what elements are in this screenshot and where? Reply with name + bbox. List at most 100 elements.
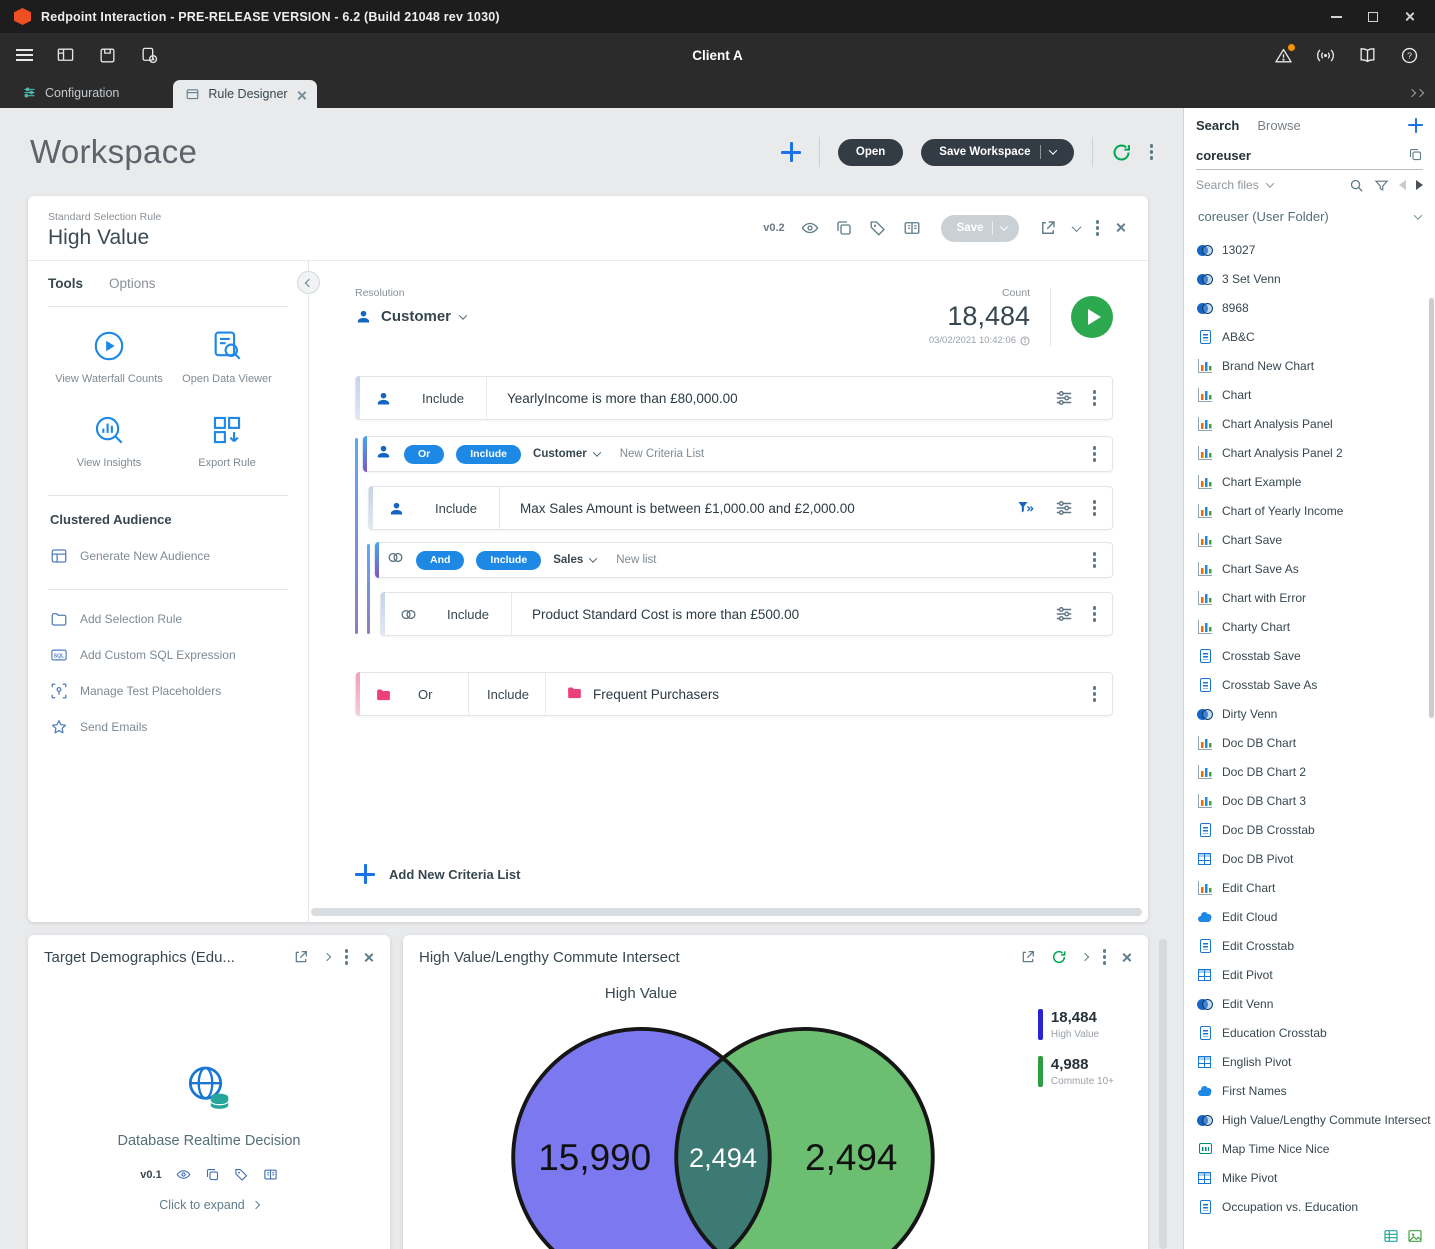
save-rule-button[interactable]: Save (941, 215, 1019, 242)
alerts-icon[interactable] (1273, 45, 1293, 65)
data-dictionary-icon[interactable] (903, 219, 921, 237)
workspaces-icon[interactable] (55, 45, 75, 65)
info-icon[interactable] (1020, 336, 1030, 346)
tab-rule-designer[interactable]: Rule Designer (173, 80, 316, 108)
collapse-panel-button[interactable] (297, 271, 320, 294)
sliders-icon[interactable] (1055, 605, 1073, 623)
add-selection-rule-button[interactable]: Add Selection Rule (50, 604, 286, 634)
file-list-item[interactable]: Chart of Yearly Income (1184, 496, 1435, 525)
join-toggle[interactable]: And (416, 551, 464, 570)
file-list-item[interactable]: Edit Cloud (1184, 902, 1435, 931)
file-list-item[interactable]: Chart Save As (1184, 554, 1435, 583)
criteria-operator[interactable]: Include (469, 687, 545, 702)
preview-icon[interactable] (176, 1167, 191, 1182)
file-list-item[interactable]: Edit Pivot (1184, 960, 1435, 989)
file-list-item[interactable]: Doc DB Chart (1184, 728, 1435, 757)
maximize-icon[interactable] (1368, 12, 1378, 22)
file-list-item[interactable]: Map Time Nice Nice (1184, 1134, 1435, 1163)
next-icon[interactable] (1416, 180, 1423, 190)
broadcast-icon[interactable] (1315, 45, 1335, 65)
file-list-item[interactable]: Chart Analysis Panel (1184, 409, 1435, 438)
resolution-dropdown[interactable]: Customer (355, 308, 466, 325)
search-scope-dropdown[interactable]: Search files (1196, 178, 1259, 192)
run-count-button[interactable] (1071, 296, 1113, 338)
filter-forward-icon[interactable] (1017, 499, 1035, 517)
save-layout-icon[interactable] (97, 45, 117, 65)
tab-browse[interactable]: Browse (1257, 118, 1300, 133)
criteria-text[interactable]: YearlyIncome is more than £80,000.00 (487, 391, 1055, 406)
file-list-item[interactable]: English Pivot (1184, 1047, 1435, 1076)
tab-search[interactable]: Search (1196, 118, 1239, 133)
file-list-item[interactable]: Charty Chart (1184, 612, 1435, 641)
tab-options[interactable]: Options (109, 276, 156, 291)
card-menu-icon[interactable] (1103, 955, 1107, 959)
card-menu-icon[interactable] (345, 955, 349, 959)
more-tabs-icon[interactable] (1409, 77, 1435, 108)
search-icon[interactable] (1349, 178, 1364, 193)
row-menu-icon[interactable] (1093, 612, 1097, 616)
help-icon[interactable]: ? (1399, 45, 1419, 65)
include-toggle[interactable]: Include (476, 551, 541, 570)
preview-icon[interactable] (801, 219, 819, 237)
criteria-text[interactable]: Frequent Purchasers (546, 684, 1093, 704)
close-window-icon[interactable] (1404, 11, 1415, 22)
recent-files-icon[interactable] (139, 45, 159, 65)
file-list-item[interactable]: Crosstab Save As (1184, 670, 1435, 699)
file-list-item[interactable]: Doc DB Crosstab (1184, 815, 1435, 844)
criteria-text[interactable]: Product Standard Cost is more than £500.… (512, 607, 1055, 622)
file-list-item[interactable]: Brand New Chart (1184, 351, 1435, 380)
close-card-icon[interactable] (363, 952, 374, 963)
export-rule-button[interactable]: Export Rule (168, 413, 286, 471)
sidebar-scrollbar[interactable] (1429, 208, 1434, 1239)
group-entity-dropdown[interactable]: Sales (553, 554, 596, 566)
open-data-viewer-button[interactable]: Open Data Viewer (168, 329, 286, 387)
file-list-item[interactable]: First Names (1184, 1076, 1435, 1105)
file-list-item[interactable]: High Value/Lengthy Commute Intersect (1184, 1105, 1435, 1134)
sliders-icon[interactable] (1055, 499, 1073, 517)
file-list-item[interactable]: Education Crosstab (1184, 1018, 1435, 1047)
add-custom-sql-button[interactable]: SQL Add Custom SQL Expression (50, 640, 286, 670)
next-icon[interactable] (1080, 953, 1088, 961)
add-new-criteria-list-button[interactable]: Add New Criteria List (355, 864, 520, 884)
criteria-operator[interactable]: Include (423, 501, 499, 516)
file-list-item[interactable]: Mike Pivot (1184, 1163, 1435, 1192)
file-list-item[interactable]: Edit Venn (1184, 989, 1435, 1018)
filter-icon[interactable] (1374, 178, 1389, 193)
folder-header[interactable]: coreuser (User Folder) (1184, 200, 1435, 233)
tag-icon[interactable] (234, 1167, 249, 1182)
criteria-group-header[interactable]: Or Include Customer New Criteria List (362, 436, 1113, 472)
minimize-icon[interactable] (1331, 16, 1342, 18)
criteria-group-header[interactable]: And Include Sales New list (374, 542, 1113, 578)
criteria-row[interactable]: Include Max Sales Amount is between £1,0… (368, 486, 1113, 530)
image-view-icon[interactable] (1407, 1228, 1423, 1244)
row-menu-icon[interactable] (1093, 396, 1097, 400)
criteria-join[interactable]: Or (410, 687, 468, 702)
data-dictionary-icon[interactable] (263, 1167, 278, 1182)
table-view-icon[interactable] (1383, 1228, 1399, 1244)
close-tab-icon[interactable] (296, 90, 305, 99)
tab-tools[interactable]: Tools (48, 276, 83, 291)
file-list-item[interactable]: Doc DB Pivot (1184, 844, 1435, 873)
group-entity-dropdown[interactable]: Customer (533, 448, 600, 460)
file-list-item[interactable]: Edit Chart (1184, 873, 1435, 902)
close-card-icon[interactable] (1121, 952, 1132, 963)
add-workspace-item-button[interactable] (781, 142, 801, 162)
row-menu-icon[interactable] (1093, 692, 1097, 696)
file-list-item[interactable]: Doc DB Chart 2 (1184, 757, 1435, 786)
group-name[interactable]: New Criteria List (620, 448, 704, 460)
chevron-down-icon[interactable] (1414, 211, 1422, 219)
refresh-icon[interactable] (1051, 949, 1067, 965)
criteria-operator[interactable]: Include (435, 607, 511, 622)
open-in-new-icon[interactable] (293, 949, 309, 965)
criteria-row[interactable]: Include Product Standard Cost is more th… (380, 592, 1113, 636)
manage-test-placeholders-button[interactable]: Manage Test Placeholders (50, 676, 286, 706)
file-list-item[interactable]: Crosstab Save (1184, 641, 1435, 670)
file-list-item[interactable]: Dirty Venn (1184, 699, 1435, 728)
open-button[interactable]: Open (838, 139, 903, 166)
chevron-down-icon[interactable] (1265, 179, 1273, 187)
criteria-row[interactable]: Include YearlyIncome is more than £80,00… (355, 376, 1113, 420)
book-icon[interactable] (1357, 45, 1377, 65)
add-file-button[interactable] (1408, 118, 1423, 133)
criteria-operator[interactable]: Include (410, 391, 486, 406)
join-toggle[interactable]: Or (404, 445, 444, 464)
